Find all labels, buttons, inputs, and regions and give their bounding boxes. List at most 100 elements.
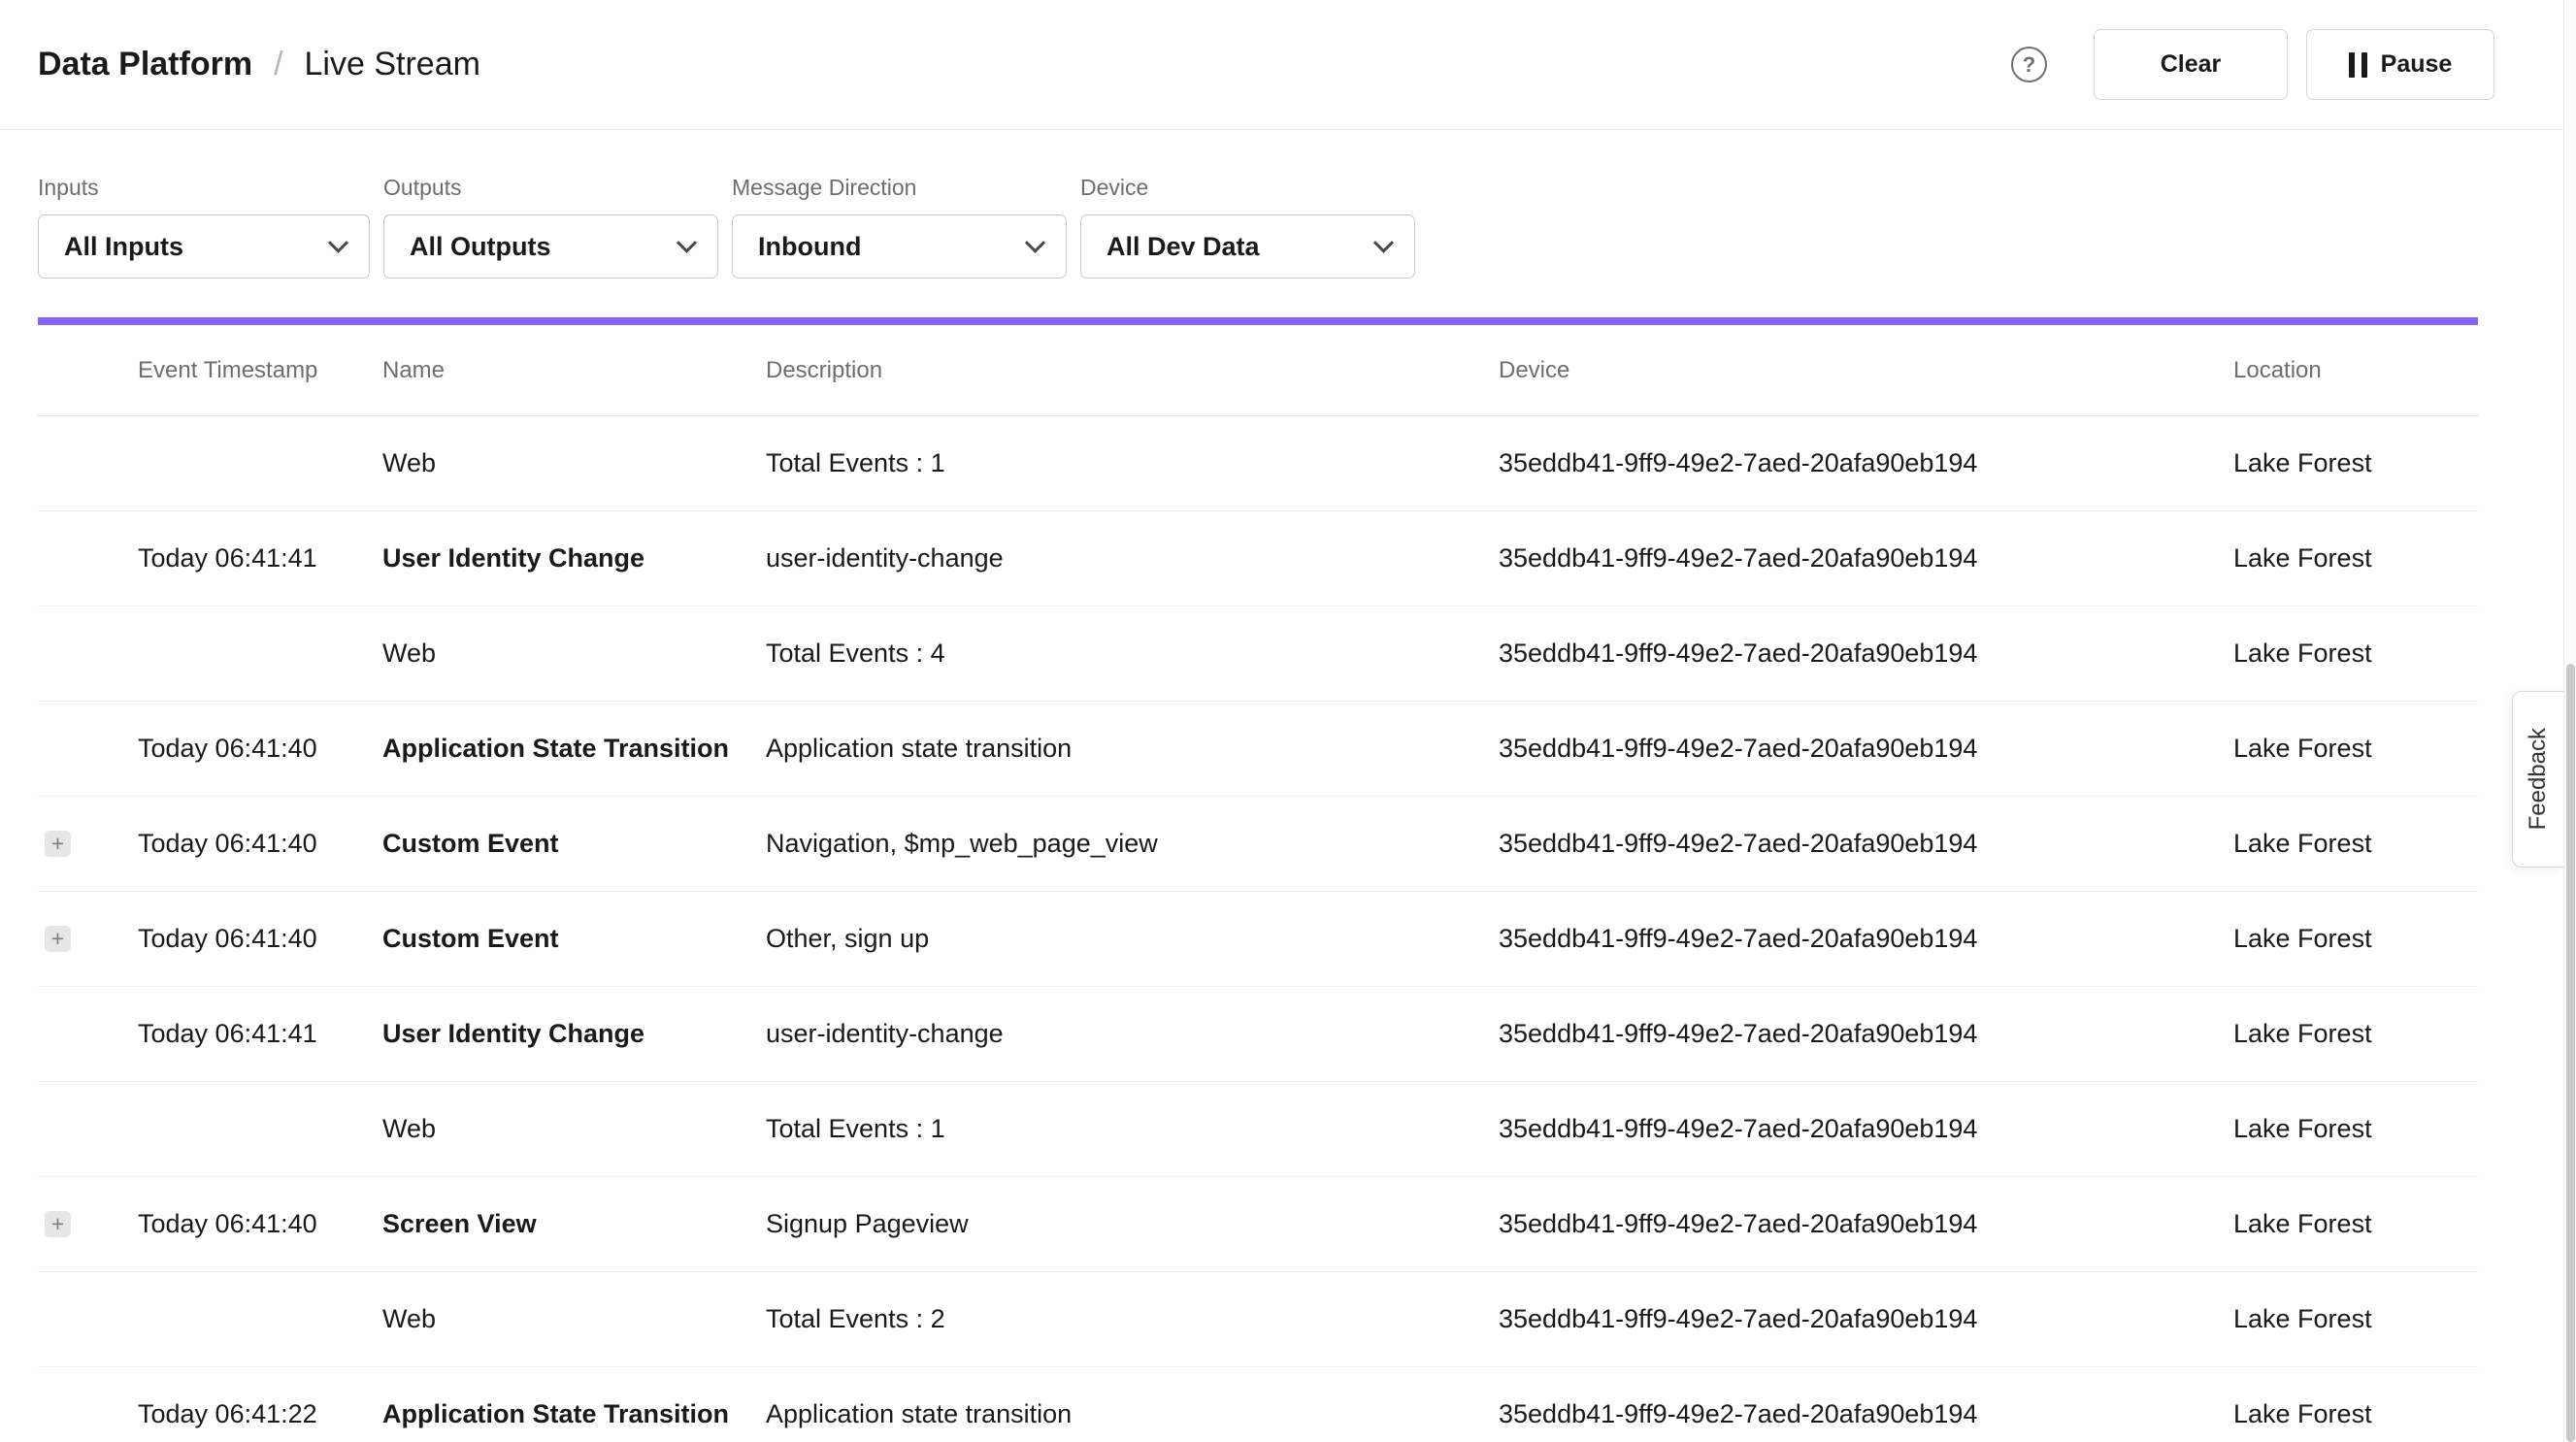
- event-name: Web: [382, 1114, 766, 1144]
- inputs-dropdown[interactable]: All Inputs: [38, 214, 370, 279]
- column-header-location: Location: [2233, 357, 2478, 384]
- message-direction-dropdown[interactable]: Inbound: [732, 214, 1067, 279]
- header-actions: ? Clear Pause: [2011, 29, 2494, 100]
- event-description: Application state transition: [766, 734, 1499, 764]
- event-device: 35eddb41-9ff9-49e2-7aed-20afa90eb194: [1499, 1209, 2233, 1239]
- event-location: Lake Forest: [2233, 1114, 2478, 1144]
- table-row[interactable]: Today 06:41:41 User Identity Change user…: [38, 511, 2478, 606]
- table-row[interactable]: Today 06:41:41 User Identity Change user…: [38, 987, 2478, 1082]
- event-name: User Identity Change: [382, 543, 766, 574]
- event-device: 35eddb41-9ff9-49e2-7aed-20afa90eb194: [1499, 1304, 2233, 1334]
- table-row[interactable]: Web Total Events : 2 35eddb41-9ff9-49e2-…: [38, 1272, 2478, 1367]
- chevron-down-icon: [1025, 232, 1045, 252]
- device-dropdown-value: All Dev Data: [1106, 232, 1260, 262]
- event-name: Web: [382, 448, 766, 478]
- event-location: Lake Forest: [2233, 734, 2478, 764]
- event-timestamp: Today 06:41:40: [138, 1209, 382, 1239]
- expand-row-button[interactable]: +: [45, 831, 71, 857]
- event-description: Total Events : 4: [766, 639, 1499, 669]
- column-header-device: Device: [1499, 357, 2233, 384]
- table-row[interactable]: Web Total Events : 1 35eddb41-9ff9-49e2-…: [38, 416, 2478, 511]
- event-description: user-identity-change: [766, 543, 1499, 574]
- pause-button-label: Pause: [2381, 50, 2453, 79]
- column-header-name: Name: [382, 357, 766, 384]
- event-description: Application state transition: [766, 1399, 1499, 1429]
- event-location: Lake Forest: [2233, 543, 2478, 574]
- table-row[interactable]: + Today 06:41:40 Screen View Signup Page…: [38, 1177, 2478, 1272]
- event-description: Total Events : 2: [766, 1304, 1499, 1334]
- event-name: Custom Event: [382, 829, 766, 859]
- pause-button[interactable]: Pause: [2306, 29, 2494, 100]
- event-timestamp: Today 06:41:40: [138, 829, 382, 859]
- clear-button[interactable]: Clear: [2094, 29, 2288, 100]
- filter-device-label: Device: [1080, 175, 1415, 201]
- table-row[interactable]: + Today 06:41:40 Custom Event Other, sig…: [38, 892, 2478, 987]
- breadcrumb: Data Platform / Live Stream: [38, 46, 480, 83]
- event-timestamp: Today 06:41:40: [138, 734, 382, 764]
- feedback-tab-label: Feedback: [2525, 728, 2552, 830]
- table-row[interactable]: + Today 06:41:40 Custom Event Navigation…: [38, 797, 2478, 892]
- event-device: 35eddb41-9ff9-49e2-7aed-20afa90eb194: [1499, 734, 2233, 764]
- event-device: 35eddb41-9ff9-49e2-7aed-20afa90eb194: [1499, 543, 2233, 574]
- filter-inputs-label: Inputs: [38, 175, 370, 201]
- plus-icon: +: [51, 1211, 64, 1237]
- event-device: 35eddb41-9ff9-49e2-7aed-20afa90eb194: [1499, 829, 2233, 859]
- event-description: Signup Pageview: [766, 1209, 1499, 1239]
- live-stream-indicator-bar: [38, 317, 2478, 325]
- event-location: Lake Forest: [2233, 1019, 2478, 1049]
- outputs-dropdown[interactable]: All Outputs: [383, 214, 718, 279]
- event-name: Application State Transition: [382, 734, 766, 764]
- chevron-down-icon: [677, 232, 697, 252]
- scrollbar-thumb[interactable]: [2566, 664, 2575, 1442]
- event-description: user-identity-change: [766, 1019, 1499, 1049]
- event-name: User Identity Change: [382, 1019, 766, 1049]
- event-location: Lake Forest: [2233, 1209, 2478, 1239]
- event-location: Lake Forest: [2233, 924, 2478, 954]
- column-header-event-timestamp: Event Timestamp: [138, 357, 382, 384]
- event-device: 35eddb41-9ff9-49e2-7aed-20afa90eb194: [1499, 1019, 2233, 1049]
- event-name: Screen View: [382, 1209, 766, 1239]
- live-stream-page: Data Platform / Live Stream ? Clear Paus…: [0, 0, 2576, 1442]
- expand-row-button[interactable]: +: [45, 926, 71, 952]
- event-device: 35eddb41-9ff9-49e2-7aed-20afa90eb194: [1499, 448, 2233, 478]
- column-header-description: Description: [766, 357, 1499, 384]
- table-row[interactable]: Today 06:41:40 Application State Transit…: [38, 702, 2478, 797]
- pause-icon: [2349, 52, 2367, 78]
- filter-outputs-label: Outputs: [383, 175, 718, 201]
- event-description: Navigation, $mp_web_page_view: [766, 829, 1499, 859]
- plus-icon: +: [51, 831, 64, 857]
- breadcrumb-root[interactable]: Data Platform: [38, 46, 252, 83]
- event-name: Custom Event: [382, 924, 766, 954]
- event-location: Lake Forest: [2233, 448, 2478, 478]
- expand-row-button[interactable]: +: [45, 1211, 71, 1237]
- event-location: Lake Forest: [2233, 639, 2478, 669]
- page-header: Data Platform / Live Stream ? Clear Paus…: [0, 0, 2576, 130]
- filter-inputs: Inputs All Inputs: [38, 175, 370, 279]
- vertical-scrollbar: [2563, 0, 2576, 1442]
- outputs-dropdown-value: All Outputs: [410, 232, 550, 262]
- inputs-dropdown-value: All Inputs: [64, 232, 183, 262]
- help-icon[interactable]: ?: [2011, 47, 2047, 82]
- filter-message-direction: Message Direction Inbound: [732, 175, 1067, 279]
- event-location: Lake Forest: [2233, 829, 2478, 859]
- event-device: 35eddb41-9ff9-49e2-7aed-20afa90eb194: [1499, 924, 2233, 954]
- plus-icon: +: [51, 926, 64, 952]
- table-row[interactable]: Today 06:41:22 Application State Transit…: [38, 1367, 2478, 1442]
- event-name: Application State Transition: [382, 1399, 766, 1429]
- event-description: Total Events : 1: [766, 448, 1499, 478]
- event-name: Web: [382, 1304, 766, 1334]
- filter-outputs: Outputs All Outputs: [383, 175, 718, 279]
- event-timestamp: Today 06:41:40: [138, 924, 382, 954]
- event-timestamp: Today 06:41:41: [138, 543, 382, 574]
- filter-message-direction-label: Message Direction: [732, 175, 1067, 201]
- table-row[interactable]: Web Total Events : 4 35eddb41-9ff9-49e2-…: [38, 606, 2478, 702]
- feedback-tab[interactable]: Feedback: [2512, 691, 2563, 868]
- device-dropdown[interactable]: All Dev Data: [1080, 214, 1415, 279]
- chevron-down-icon: [328, 232, 348, 252]
- event-location: Lake Forest: [2233, 1399, 2478, 1429]
- table-row[interactable]: Web Total Events : 1 35eddb41-9ff9-49e2-…: [38, 1082, 2478, 1177]
- event-location: Lake Forest: [2233, 1304, 2478, 1334]
- message-direction-dropdown-value: Inbound: [758, 232, 861, 262]
- page-title: Live Stream: [305, 46, 480, 83]
- table-header-row: Event Timestamp Name Description Device …: [38, 325, 2478, 416]
